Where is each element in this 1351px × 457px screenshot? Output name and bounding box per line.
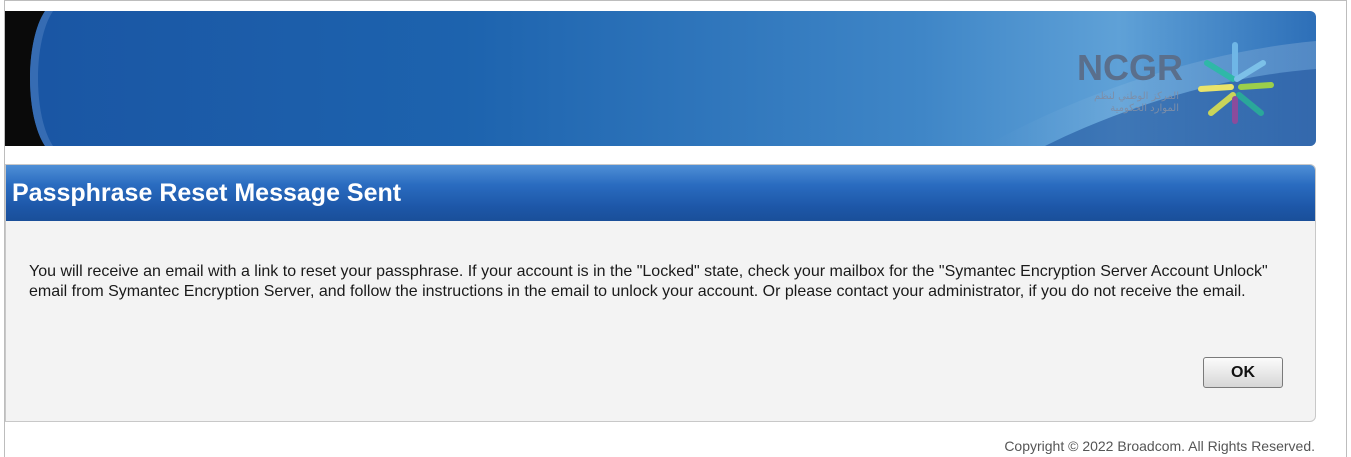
header-banner: NCGR المركز الوطني لنظم الموارد الحكومية (5, 11, 1316, 146)
ncgr-logo: NCGR المركز الوطني لنظم الموارد الحكومية (1077, 41, 1292, 125)
reset-message-text: You will receive an email with a link to… (29, 263, 1268, 300)
logo-emblem-icon (1198, 42, 1274, 124)
logo-text: NCGR (1077, 47, 1183, 88)
page-title: Passphrase Reset Message Sent (12, 179, 402, 207)
logo-subtext: المركز الوطني لنظم الموارد الحكومية (1094, 91, 1179, 114)
panel-header: Passphrase Reset Message Sent (6, 165, 1315, 221)
ok-button[interactable]: OK (1203, 357, 1283, 388)
message-panel: Passphrase Reset Message Sent You will r… (5, 164, 1316, 422)
copyright-text: Copyright © 2022 Broadcom. All Rights Re… (1004, 438, 1315, 454)
